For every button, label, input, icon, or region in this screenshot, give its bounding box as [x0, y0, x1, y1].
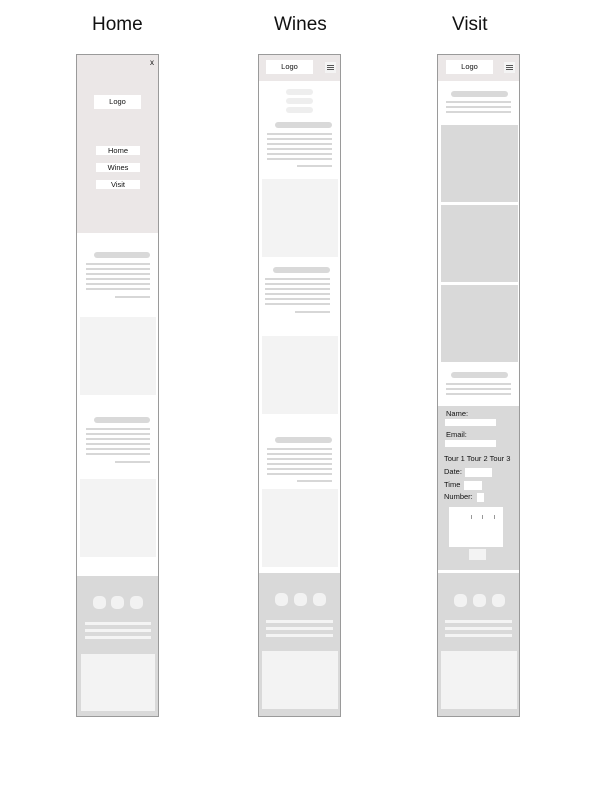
social-icon[interactable] [454, 594, 467, 607]
wine-image-3 [262, 489, 338, 567]
number-label: Number: [444, 492, 473, 501]
wines-footer [259, 573, 340, 716]
wines-wireframe: Logo [258, 54, 341, 717]
hamburger-menu-icon[interactable] [504, 62, 515, 73]
submit-button[interactable] [469, 549, 486, 560]
home-menu-overlay [77, 55, 158, 233]
calendar-widget[interactable] [449, 507, 503, 547]
home-wireframe: x Logo Home Wines Visit [76, 54, 159, 717]
menu-item-home[interactable]: Home [96, 146, 140, 155]
hamburger-menu-icon[interactable] [325, 62, 336, 73]
date-field[interactable] [465, 468, 492, 477]
social-icon[interactable] [111, 596, 124, 609]
menu-item-wines[interactable]: Wines [96, 163, 140, 172]
footer-map [81, 654, 155, 711]
footer-map [441, 651, 517, 709]
booking-form: Name: Email: Tour 1 Tour 2 Tour 3 Date: … [438, 406, 519, 570]
date-label: Date: [444, 467, 462, 476]
social-icon[interactable] [473, 594, 486, 607]
social-icon[interactable] [275, 593, 288, 606]
title-home: Home [92, 14, 143, 35]
name-label: Name: [446, 409, 469, 418]
close-icon[interactable]: x [150, 58, 154, 67]
social-icon[interactable] [313, 593, 326, 606]
gallery-image-1 [441, 125, 518, 202]
home-image-2 [80, 479, 156, 557]
gallery-image-3 [441, 285, 518, 362]
social-icon[interactable] [492, 594, 505, 607]
home-logo: Logo [94, 95, 141, 109]
visit-logo: Logo [446, 60, 493, 74]
gallery-image-2 [441, 205, 518, 282]
time-label: Time [444, 480, 461, 489]
home-image-1 [80, 317, 156, 395]
social-icon[interactable] [130, 596, 143, 609]
wine-image-2 [262, 336, 338, 414]
footer-map [262, 651, 338, 709]
email-label: Email: [446, 430, 467, 439]
time-field[interactable] [464, 481, 482, 490]
title-visit: Visit [452, 14, 488, 35]
name-field[interactable] [445, 419, 496, 426]
social-icon[interactable] [93, 596, 106, 609]
email-field[interactable] [445, 440, 496, 447]
visit-wireframe: Logo Name: Email: Tour 1 Tour 2 Tour 3 D… [437, 54, 520, 717]
menu-item-visit[interactable]: Visit [96, 180, 140, 189]
wines-logo: Logo [266, 60, 313, 74]
visit-footer [438, 573, 519, 716]
title-wines: Wines [274, 14, 327, 35]
wine-image-1 [262, 179, 338, 257]
home-footer [77, 576, 158, 716]
number-field[interactable] [477, 493, 484, 502]
tour-options[interactable]: Tour 1 Tour 2 Tour 3 [444, 454, 510, 463]
social-icon[interactable] [294, 593, 307, 606]
